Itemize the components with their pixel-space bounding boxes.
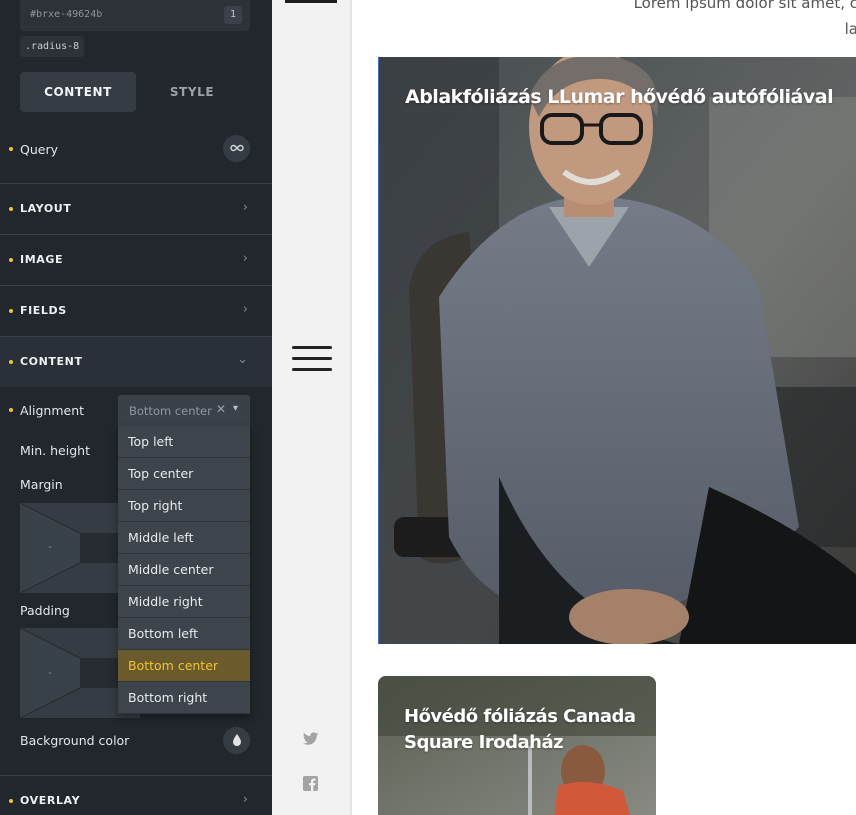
- alignment-label: Alignment: [20, 403, 85, 418]
- alignment-option-middle-right[interactable]: Middle right: [118, 586, 250, 618]
- section-overlay-label: OVERLAY: [20, 794, 81, 807]
- post-card-title[interactable]: Ablakfóliázás LLumar hővédő autófóliával: [405, 85, 845, 109]
- min-height-label: Min. height: [20, 443, 90, 458]
- setting-indicator-dot: [9, 309, 13, 313]
- tab-style[interactable]: STYLE: [134, 72, 250, 112]
- alignment-dropdown-menu: Top left Top center Top right Middle lef…: [118, 426, 250, 714]
- intro-text-line: Lorem ipsum dolor sit amet, c: [633, 0, 856, 12]
- hamburger-icon[interactable]: [292, 346, 332, 374]
- post-card-title[interactable]: Hővédő fóliázás Canada Square Irodaház: [404, 704, 649, 756]
- post-card[interactable]: Hővédő fóliázás Canada Square Irodaház: [378, 676, 656, 815]
- post-card-featured[interactable]: Ablakfóliázás LLumar hővédő autófóliával: [378, 57, 856, 644]
- margin-label: Margin: [20, 477, 63, 492]
- tab-content[interactable]: CONTENT: [20, 72, 136, 112]
- post-card-image: [379, 57, 856, 644]
- infinity-icon[interactable]: [223, 135, 250, 162]
- element-id-field[interactable]: #brxe-49624b 1: [20, 0, 250, 31]
- setting-indicator-dot: [9, 207, 13, 211]
- chevron-down-icon: ⌄: [237, 352, 248, 367]
- setting-indicator-dot: [9, 258, 13, 262]
- page-canvas: Lorem ipsum dolor sit amet, c la Ablakfó…: [354, 0, 856, 815]
- query-label: Query: [20, 142, 58, 157]
- app-root: #brxe-49624b 1 .radius-8 CONTENT STYLE Q…: [0, 0, 856, 815]
- query-row: Query: [0, 135, 272, 165]
- alignment-option-top-left[interactable]: Top left: [118, 426, 250, 458]
- background-color-label: Background color: [20, 733, 130, 748]
- alignment-option-middle-center[interactable]: Middle center: [118, 554, 250, 586]
- section-layout[interactable]: LAYOUT ›: [0, 183, 272, 234]
- class-count-badge: 1: [224, 6, 242, 24]
- section-content[interactable]: CONTENT ⌄: [0, 336, 272, 387]
- alignment-option-bottom-right[interactable]: Bottom right: [118, 682, 250, 714]
- alignment-select-value: Bottom center: [129, 404, 212, 418]
- chevron-right-icon: ›: [242, 251, 248, 266]
- padding-left-value[interactable]: -: [48, 666, 52, 679]
- alignment-option-bottom-left[interactable]: Bottom left: [118, 618, 250, 650]
- facebook-icon[interactable]: [303, 776, 321, 794]
- setting-indicator-dot: [9, 147, 13, 151]
- section-image-label: IMAGE: [20, 253, 64, 266]
- logo-fragment: [285, 0, 337, 3]
- section-overlay[interactable]: OVERLAY ›: [0, 775, 272, 815]
- padding-label: Padding: [20, 603, 70, 618]
- margin-left-value[interactable]: -: [48, 540, 52, 553]
- settings-tabs: CONTENT STYLE: [20, 72, 250, 112]
- chevron-right-icon: ›: [242, 302, 248, 317]
- setting-indicator-dot: [9, 408, 13, 412]
- setting-indicator-dot: [9, 799, 13, 803]
- section-fields-label: FIELDS: [20, 304, 67, 317]
- alignment-select[interactable]: Bottom center ✕ ▾: [118, 395, 250, 426]
- alignment-option-top-center[interactable]: Top center: [118, 458, 250, 490]
- setting-indicator-dot: [9, 360, 13, 364]
- intro-text-line: la: [844, 20, 856, 38]
- section-layout-label: LAYOUT: [20, 202, 72, 215]
- droplet-icon[interactable]: [223, 727, 250, 754]
- alignment-option-top-right[interactable]: Top right: [118, 490, 250, 522]
- site-side-header: [272, 0, 352, 815]
- alignment-option-bottom-center[interactable]: Bottom center: [118, 650, 250, 682]
- section-fields[interactable]: FIELDS ›: [0, 285, 272, 336]
- twitter-icon[interactable]: [303, 731, 321, 749]
- chevron-down-icon: ▾: [233, 403, 239, 414]
- section-image[interactable]: IMAGE ›: [0, 234, 272, 285]
- section-content-label: CONTENT: [20, 355, 83, 368]
- css-class-chip[interactable]: .radius-8: [20, 36, 85, 57]
- intro-text: Lorem ipsum dolor sit amet, c la: [558, 0, 856, 42]
- element-settings-panel: #brxe-49624b 1 .radius-8 CONTENT STYLE Q…: [0, 0, 272, 815]
- element-id-text: #brxe-49624b: [30, 9, 103, 20]
- chevron-right-icon: ›: [242, 200, 248, 215]
- chevron-right-icon: ›: [242, 792, 248, 807]
- alignment-option-middle-left[interactable]: Middle left: [118, 522, 250, 554]
- clear-icon[interactable]: ✕: [216, 402, 226, 416]
